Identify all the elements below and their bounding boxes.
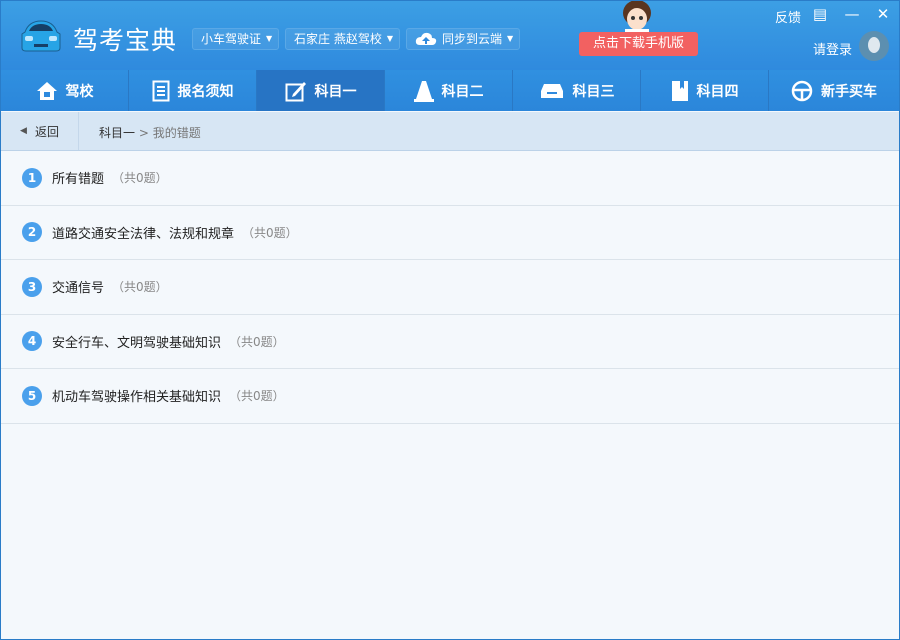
tab-driving-school[interactable]: 驾校 bbox=[1, 70, 129, 111]
user-avatar-icon[interactable] bbox=[859, 31, 889, 61]
breadcrumb-bar: ◀ 返回 科目一 > 我的错题 bbox=[1, 112, 899, 151]
main-nav: 驾校 报名须知 科目一 科目二 科目三 科目四 新手买车 bbox=[1, 70, 899, 111]
tab-subject-one[interactable]: 科目一 bbox=[257, 70, 385, 111]
download-mobile-button[interactable]: 点击下载手机版 bbox=[579, 32, 698, 56]
item-count: （共0题） bbox=[229, 334, 285, 349]
dropdown-label: 石家庄 燕赵驾校 bbox=[294, 32, 382, 46]
breadcrumb-current: 我的错题 bbox=[152, 126, 201, 140]
caret-down-icon: ▼ bbox=[386, 34, 393, 43]
breadcrumb: 科目一 > 我的错题 bbox=[99, 124, 201, 141]
breadcrumb-parent[interactable]: 科目一 bbox=[99, 126, 135, 140]
caret-down-icon: ▼ bbox=[507, 34, 514, 43]
book-icon bbox=[671, 80, 688, 101]
back-label: 返回 bbox=[34, 124, 59, 139]
tab-registration-notes[interactable]: 报名须知 bbox=[129, 70, 257, 111]
feedback-link[interactable]: 反馈 bbox=[775, 7, 801, 26]
tab-subject-four[interactable]: 科目四 bbox=[641, 70, 769, 111]
tab-label: 报名须知 bbox=[177, 83, 234, 100]
home-icon bbox=[36, 81, 57, 100]
settings-menu-icon[interactable]: ▤ bbox=[805, 3, 835, 25]
item-count: （共0题） bbox=[242, 225, 298, 240]
item-label: 所有错题 bbox=[52, 172, 105, 188]
dropdown-label: 同步到云端 bbox=[442, 32, 503, 46]
minimize-icon[interactable]: — bbox=[837, 3, 867, 25]
item-label: 道路交通安全法律、法规和规章 bbox=[52, 226, 235, 242]
list-item[interactable]: 3 交通信号 （共0题） bbox=[1, 260, 899, 315]
item-number-badge: 5 bbox=[22, 385, 42, 406]
dropdown-label: 小车驾驶证 bbox=[201, 32, 262, 46]
item-number-badge: 4 bbox=[22, 331, 42, 352]
wrong-question-categories: 1 所有错题 （共0题） 2 道路交通安全法律、法规和规章 （共0题） 3 交通信号 （共0… bbox=[1, 151, 899, 424]
item-number-badge: 1 bbox=[22, 167, 42, 188]
item-label: 交通信号 bbox=[52, 281, 105, 297]
license-type-dropdown[interactable]: 小车驾驶证 ▼ bbox=[192, 28, 280, 50]
tab-subject-two[interactable]: 科目二 bbox=[385, 70, 513, 111]
cloud-sync-dropdown[interactable]: 同步到云端 ▼ bbox=[406, 28, 521, 50]
list-item[interactable]: 2 道路交通安全法律、法规和规章 （共0题） bbox=[1, 206, 899, 260]
app-title: 驾考宝典 bbox=[73, 26, 178, 55]
item-number-badge: 2 bbox=[22, 222, 42, 243]
cone-icon bbox=[413, 80, 434, 102]
mascot-icon bbox=[623, 1, 651, 33]
item-number-badge: 3 bbox=[22, 276, 42, 297]
tab-label: 科目三 bbox=[572, 83, 615, 100]
item-count: （共0题） bbox=[112, 280, 168, 295]
item-count: （共0题） bbox=[229, 389, 285, 404]
steering-wheel-icon bbox=[791, 80, 813, 101]
caret-down-icon: ▼ bbox=[266, 34, 273, 43]
caret-left-icon: ◀ bbox=[20, 126, 27, 136]
edit-icon bbox=[285, 81, 306, 101]
item-label: 安全行车、文明驾驶基础知识 bbox=[52, 335, 222, 351]
item-count: （共0题） bbox=[112, 171, 168, 186]
item-label: 机动车驾驶操作相关基础知识 bbox=[52, 390, 222, 406]
title-bar: 驾考宝典 小车驾驶证 ▼ 石家庄 燕赵驾校 ▼ 同步到云端 ▼ 点击下载手机版 反馈 … bbox=[1, 1, 899, 70]
login-link[interactable]: 请登录 bbox=[813, 39, 852, 58]
tab-label: 驾校 bbox=[65, 83, 94, 100]
tab-subject-three[interactable]: 科目三 bbox=[513, 70, 641, 111]
document-icon bbox=[152, 80, 169, 101]
close-icon[interactable]: ✕ bbox=[868, 3, 898, 25]
cloud-upload-icon bbox=[415, 32, 437, 45]
tab-label: 科目四 bbox=[696, 83, 739, 100]
back-button[interactable]: ◀ 返回 bbox=[1, 112, 79, 150]
tab-buy-car[interactable]: 新手买车 bbox=[769, 70, 899, 111]
car-logo-icon bbox=[21, 20, 61, 52]
tab-label: 科目二 bbox=[441, 83, 484, 100]
tab-label: 科目一 bbox=[314, 83, 357, 100]
car-icon bbox=[540, 83, 563, 98]
list-item[interactable]: 5 机动车驾驶操作相关基础知识 （共0题） bbox=[1, 369, 899, 424]
tab-label: 新手买车 bbox=[821, 83, 877, 100]
list-item[interactable]: 4 安全行车、文明驾驶基础知识 （共0题） bbox=[1, 315, 899, 369]
school-dropdown[interactable]: 石家庄 燕赵驾校 ▼ bbox=[285, 28, 400, 50]
breadcrumb-separator: > bbox=[138, 126, 149, 140]
list-item[interactable]: 1 所有错题 （共0题） bbox=[1, 151, 899, 206]
